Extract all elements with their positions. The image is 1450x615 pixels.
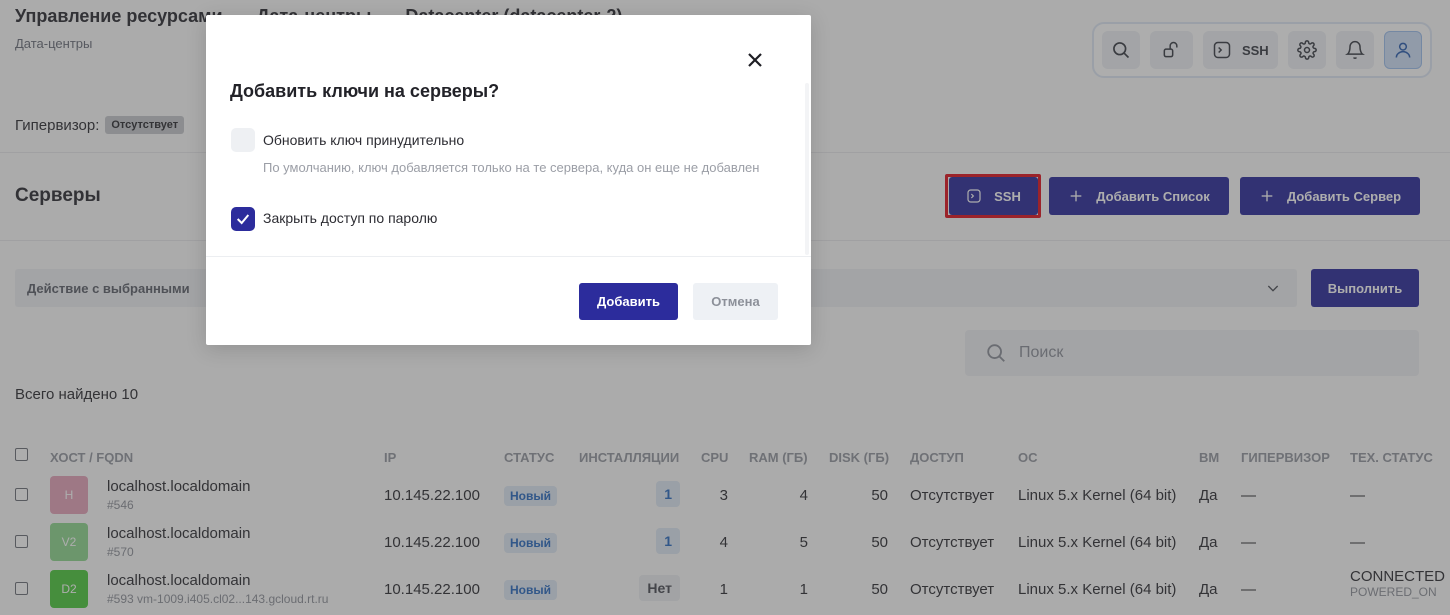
- modal-divider: [206, 256, 811, 257]
- disable-password-checkbox[interactable]: [231, 207, 255, 231]
- force-update-hint: По умолчанию, ключ добавляется только на…: [263, 160, 760, 175]
- force-update-label[interactable]: Обновить ключ принудительно: [263, 132, 464, 148]
- close-icon[interactable]: [746, 51, 764, 69]
- modal-scrollbar[interactable]: [805, 83, 809, 255]
- cancel-button[interactable]: Отмена: [693, 283, 778, 320]
- force-update-checkbox[interactable]: [231, 128, 255, 152]
- modal-title: Добавить ключи на серверы?: [230, 81, 500, 101]
- add-keys-modal: Добавить ключи на серверы? Обновить ключ…: [206, 15, 811, 345]
- checkmark-icon: [236, 214, 250, 225]
- disable-password-label[interactable]: Закрыть доступ по паролю: [263, 210, 437, 226]
- add-button[interactable]: Добавить: [579, 283, 678, 320]
